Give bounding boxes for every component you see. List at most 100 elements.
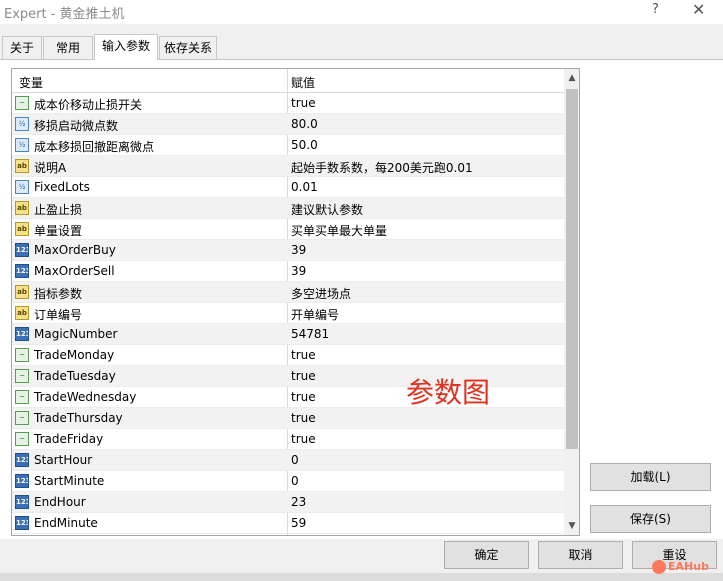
parameter-value[interactable]: 39 (291, 264, 306, 278)
cancel-button[interactable]: 取消 (538, 541, 623, 569)
watermark: EAHub (652, 557, 720, 577)
table-row[interactable]: ab 指标参数 多空进场点 (12, 282, 564, 303)
str-type-icon: ab (15, 306, 29, 320)
parameter-value[interactable]: 买单买单最大单量 (291, 222, 387, 239)
scroll-down-arrow-icon[interactable]: ▼ (564, 517, 579, 535)
parameter-name: 移损启动微点数 (34, 119, 119, 133)
parameter-value[interactable]: true (291, 369, 316, 383)
watermark-text: EAHub (668, 560, 709, 573)
parameter-name: TradeTuesday (34, 369, 116, 383)
table-row[interactable]: ½ 成本移损回撤距离微点 50.0 (12, 135, 564, 156)
parameter-name: MaxOrderSell (34, 264, 115, 278)
table-row[interactable]: ab 说明A 起始手数系数，每200美元跑0.01 (12, 156, 564, 177)
tab-about[interactable]: 关于 (2, 36, 42, 59)
parameter-value[interactable]: 建议默认参数 (291, 201, 363, 218)
bool-type-icon: ~ (15, 348, 29, 362)
table-row[interactable]: ~ TradeThursday true (12, 408, 564, 429)
parameter-name: 成本价移动止损开关 (34, 98, 143, 112)
watermark-logo-icon (652, 560, 666, 574)
int-type-icon: 123 (15, 474, 29, 488)
table-row[interactable]: ab 止盈止损 建议默认参数 (12, 198, 564, 219)
column-header-variable[interactable]: 变量 (19, 74, 43, 91)
parameter-value[interactable]: true (291, 432, 316, 446)
parameter-value[interactable]: 多空进场点 (291, 285, 351, 302)
int-type-icon: 123 (15, 264, 29, 278)
table-row[interactable]: 123 EndHour 23 (12, 492, 564, 513)
table-row[interactable]: ½ 移损启动微点数 80.0 (12, 114, 564, 135)
bool-type-icon: ~ (15, 369, 29, 383)
parameter-value[interactable]: 80.0 (291, 117, 318, 131)
table-row[interactable]: ½ FixedLots 0.01 (12, 177, 564, 198)
parameter-value[interactable]: 起始手数系数，每200美元跑0.01 (291, 159, 473, 176)
int-type-icon: 123 (15, 495, 29, 509)
parameter-value[interactable]: true (291, 96, 316, 110)
table-row[interactable]: 123 StartHour 0 (12, 450, 564, 471)
parameter-value[interactable]: 开单编号 (291, 306, 339, 323)
help-button[interactable]: ? (652, 2, 659, 17)
parameter-value[interactable]: 50.0 (291, 138, 318, 152)
parameter-value[interactable]: 23 (291, 495, 306, 509)
parameter-name: 单量设置 (34, 224, 83, 238)
parameter-value[interactable]: 59 (291, 516, 306, 530)
int-type-icon: 123 (15, 453, 29, 467)
parameter-value[interactable]: true (291, 411, 316, 425)
close-button[interactable]: ✕ (692, 0, 705, 19)
parameter-value[interactable]: 0 (291, 453, 299, 467)
load-button[interactable]: 加载(L) (590, 463, 711, 491)
parameter-name: FixedLots (34, 180, 90, 194)
table-row[interactable]: 123 MaxOrderSell 39 (12, 261, 564, 282)
parameter-name: TradeThursday (34, 411, 123, 425)
vertical-scrollbar[interactable]: ▲ ▼ (564, 69, 579, 535)
parameter-name: MaxOrderBuy (34, 243, 116, 257)
str-type-icon: ab (15, 285, 29, 299)
table-row[interactable]: ~ TradeMonday true (12, 345, 564, 366)
int-type-icon: 123 (15, 327, 29, 341)
table-row[interactable]: ~ TradeFriday true (12, 429, 564, 450)
bool-type-icon: ~ (15, 96, 29, 110)
parameter-name: 指标参数 (34, 287, 83, 301)
str-type-icon: ab (15, 222, 29, 236)
save-button[interactable]: 保存(S) (590, 505, 711, 533)
grid-header: 变量 赋值 (12, 69, 564, 93)
parameter-name: EndMinute (34, 516, 98, 530)
parameter-value[interactable]: 39 (291, 243, 306, 257)
title-bar: Expert - 黄金推土机 ? ✕ (0, 0, 723, 24)
bool-type-icon: ~ (15, 411, 29, 425)
tab-dependencies[interactable]: 依存关系 (159, 36, 217, 59)
parameter-name: EndHour (34, 495, 86, 509)
table-row[interactable]: 123 MaxOrderBuy 39 (12, 240, 564, 261)
parameter-name: 说明A (34, 161, 67, 175)
table-row[interactable]: 123 EndMinute 59 (12, 513, 564, 534)
dbl-type-icon: ½ (15, 138, 29, 152)
scroll-up-arrow-icon[interactable]: ▲ (564, 69, 579, 87)
scroll-thumb[interactable] (566, 89, 578, 449)
parameter-value[interactable]: 0 (291, 474, 299, 488)
table-row[interactable]: ab 订单编号 开单编号 (12, 303, 564, 324)
bottom-strip (0, 573, 723, 581)
column-header-value[interactable]: 赋值 (291, 74, 315, 91)
parameter-value[interactable]: true (291, 348, 316, 362)
parameter-value[interactable]: 54781 (291, 327, 329, 341)
ok-button[interactable]: 确定 (444, 541, 529, 569)
table-row[interactable]: 123 MagicNumber 54781 (12, 324, 564, 345)
parameter-name: TradeMonday (34, 348, 115, 362)
parameter-name: StartHour (34, 453, 93, 467)
parameter-name: 成本移损回撤距离微点 (34, 140, 155, 154)
table-row[interactable]: 123 StartMinute 0 (12, 471, 564, 492)
table-row[interactable]: ~ 成本价移动止损开关 true (12, 93, 564, 114)
parameter-name: MagicNumber (34, 327, 118, 341)
tab-common[interactable]: 常用 (43, 36, 93, 59)
tab-inputs[interactable]: 输入参数 (94, 34, 158, 60)
int-type-icon: 123 (15, 516, 29, 530)
dbl-type-icon: ½ (15, 117, 29, 131)
tab-strip: 关于 常用 输入参数 依存关系 (0, 34, 723, 60)
parameter-name: 订单编号 (34, 308, 83, 322)
dbl-type-icon: ½ (15, 180, 29, 194)
overlay-annotation: 参数图 (406, 376, 491, 409)
bool-type-icon: ~ (15, 432, 29, 446)
parameter-value[interactable]: true (291, 390, 316, 404)
parameter-value[interactable]: 0.01 (291, 180, 318, 194)
parameter-rows: ~ 成本价移动止损开关 true ½ 移损启动微点数 80.0 ½ 成本移损回撤距离微点 50.… (12, 93, 564, 534)
parameter-name: TradeWednesday (34, 390, 137, 404)
table-row[interactable]: ab 单量设置 买单买单最大单量 (12, 219, 564, 240)
